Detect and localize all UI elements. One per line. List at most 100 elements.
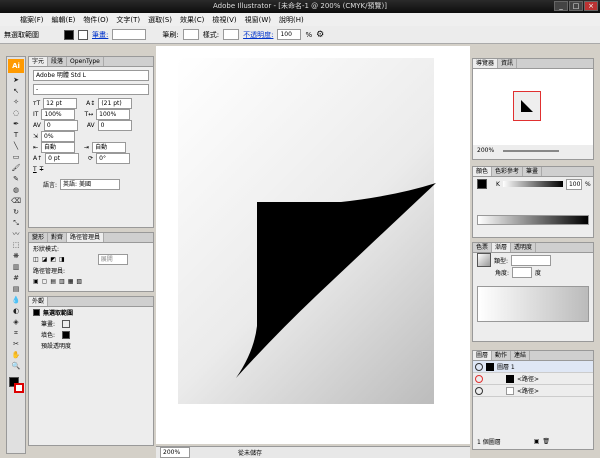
path-row[interactable]: <路徑>	[473, 373, 593, 385]
tab-stroke[interactable]: 筆畫	[523, 167, 543, 176]
tab-paragraph[interactable]: 段落	[48, 57, 68, 66]
gradient-tool-icon[interactable]: ▤	[8, 284, 24, 294]
horizontal-scale-input[interactable]: 100%	[96, 109, 131, 120]
menu-help[interactable]: 說明(H)	[279, 15, 304, 25]
free-transform-tool-icon[interactable]: ⬚	[8, 240, 24, 250]
leading-input[interactable]: (21 pt)	[98, 98, 133, 109]
style-select[interactable]	[223, 29, 240, 40]
artwork[interactable]	[156, 46, 470, 444]
tracking-input[interactable]: 0	[97, 120, 132, 131]
layer-row[interactable]: 圖層 1	[473, 361, 593, 373]
zoom-select[interactable]: 200%	[160, 447, 190, 458]
delete-layer-icon[interactable]: 🗑	[542, 438, 550, 445]
lasso-tool-icon[interactable]: ◌	[8, 108, 24, 118]
merge-icon[interactable]: ▤	[50, 278, 56, 285]
opacity-link[interactable]: 不透明度:	[243, 30, 273, 40]
selection-tool-icon[interactable]: ➤	[8, 75, 24, 85]
black-curved-shape[interactable]	[236, 183, 436, 378]
slice-tool-icon[interactable]: ✂	[8, 339, 24, 349]
new-layer-icon[interactable]: ▣	[534, 438, 540, 445]
line-tool-icon[interactable]: ╲	[8, 141, 24, 151]
outline-icon[interactable]: ▦	[68, 278, 74, 285]
blob-brush-tool-icon[interactable]: ◍	[8, 185, 24, 195]
gradient-preview[interactable]	[477, 286, 589, 322]
menu-select[interactable]: 選取(S)	[148, 15, 172, 25]
expand-button[interactable]: 展開	[97, 254, 128, 265]
magic-wand-tool-icon[interactable]: ✧	[8, 97, 24, 107]
warp-tool-icon[interactable]: 〰	[8, 229, 24, 239]
minimize-button[interactable]: _	[554, 1, 568, 11]
tab-actions[interactable]: 動作	[492, 351, 512, 360]
tab-gradient[interactable]: 漸層	[492, 243, 512, 252]
underline-icon[interactable]: T	[33, 166, 37, 173]
recolor-icon[interactable]: ⚙	[316, 30, 324, 40]
k-value-input[interactable]: 100	[565, 178, 582, 190]
mesh-tool-icon[interactable]: #	[8, 273, 24, 283]
menu-window[interactable]: 視窗(W)	[245, 15, 271, 25]
color-spectrum[interactable]	[477, 215, 589, 225]
menu-type[interactable]: 文字(T)	[116, 15, 140, 25]
k-slider[interactable]	[502, 181, 563, 187]
menu-edit[interactable]: 編輯(E)	[52, 15, 76, 25]
tab-info[interactable]: 資訊	[498, 59, 518, 68]
tab-links[interactable]: 連結	[511, 351, 531, 360]
symbol-sprayer-tool-icon[interactable]: ❋	[8, 251, 24, 261]
stroke-link[interactable]: 筆畫:	[92, 30, 108, 40]
layer-visibility-icon[interactable]	[475, 362, 483, 371]
font-style-select[interactable]: -	[33, 84, 149, 95]
tab-navigator[interactable]: 導覽器	[473, 59, 499, 68]
aki-left-select[interactable]: 自動	[41, 142, 76, 153]
pencil-tool-icon[interactable]: ✎	[8, 174, 24, 184]
unite-icon[interactable]: ◫	[33, 256, 39, 263]
crop-tool-icon[interactable]: ⌗	[8, 328, 24, 338]
appearance-fill-swatch[interactable]	[62, 330, 71, 339]
brush-select[interactable]	[182, 29, 199, 40]
direct-selection-tool-icon[interactable]: ↖	[8, 86, 24, 96]
scale-tool-icon[interactable]: ⤡	[8, 218, 24, 228]
type-tool-icon[interactable]: T	[8, 130, 24, 140]
character-rotation-input[interactable]: 0°	[96, 153, 131, 164]
intersect-icon[interactable]: ◩	[50, 256, 56, 263]
gradient-angle-input[interactable]	[512, 267, 533, 278]
menu-file[interactable]: 檔案(F)	[20, 15, 44, 25]
rectangle-tool-icon[interactable]: ▭	[8, 152, 24, 162]
graph-tool-icon[interactable]: ▥	[8, 262, 24, 272]
appearance-stroke-swatch[interactable]	[62, 319, 71, 328]
pen-tool-icon[interactable]: ✒	[8, 119, 24, 129]
hand-tool-icon[interactable]: ✋	[8, 350, 24, 360]
menu-view[interactable]: 檢視(V)	[212, 15, 236, 25]
menu-object[interactable]: 物件(O)	[83, 15, 108, 25]
fill-swatch[interactable]	[64, 29, 74, 40]
aki-right-select[interactable]: 自動	[92, 142, 127, 153]
stroke-box[interactable]	[14, 383, 24, 393]
tsume-input[interactable]: 0%	[41, 131, 76, 142]
tab-appearance[interactable]: 外觀	[29, 297, 49, 306]
eyedropper-tool-icon[interactable]: 💧	[8, 295, 24, 305]
tab-layers[interactable]: 圖層	[473, 351, 493, 360]
maximize-button[interactable]: □	[569, 1, 583, 11]
tab-character[interactable]: 字元	[29, 57, 49, 66]
eraser-tool-icon[interactable]: ⌫	[8, 196, 24, 206]
trim-icon[interactable]: ▢	[42, 278, 48, 285]
path-row[interactable]: <路徑>	[473, 385, 593, 397]
tab-pathfinder[interactable]: 路徑管理員	[67, 233, 105, 242]
close-button[interactable]: ×	[584, 1, 598, 11]
language-select[interactable]: 英語: 美國	[60, 179, 121, 190]
tab-swatches[interactable]: 色票	[473, 243, 493, 252]
live-paint-tool-icon[interactable]: ◈	[8, 317, 24, 327]
tab-opentype[interactable]: OpenType	[67, 57, 104, 66]
fill-stroke-widget[interactable]	[7, 375, 25, 399]
stroke-swatch[interactable]	[78, 29, 88, 40]
menu-effect[interactable]: 效果(C)	[180, 15, 204, 25]
color-fill-swatch[interactable]	[477, 179, 487, 189]
vertical-scale-input[interactable]: 100%	[41, 109, 76, 120]
blend-tool-icon[interactable]: ◐	[8, 306, 24, 316]
tab-color[interactable]: 顏色	[473, 167, 493, 176]
font-size-input[interactable]: 12 pt	[43, 98, 78, 109]
tab-transform[interactable]: 變形	[29, 233, 49, 242]
stroke-weight-input[interactable]	[112, 29, 147, 40]
font-family-select[interactable]: Adobe 明體 Std L	[33, 70, 149, 81]
crop-icon[interactable]: ▥	[59, 278, 65, 285]
gradient-type-select[interactable]	[511, 254, 552, 266]
kerning-input[interactable]: 0	[43, 120, 78, 131]
